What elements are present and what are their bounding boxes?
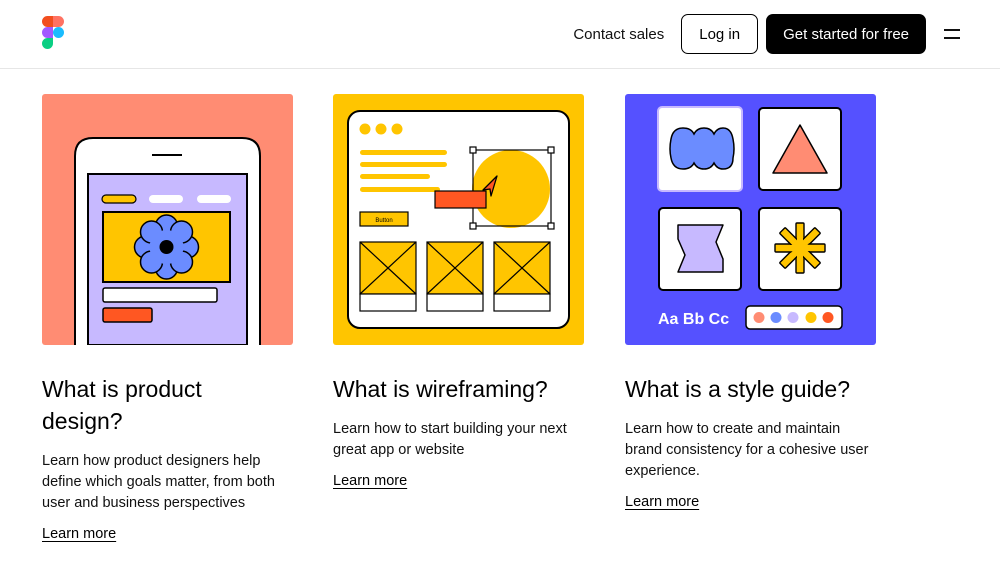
- type-sample-text: Aa Bb Cc: [658, 311, 729, 328]
- asterisk-icon: [774, 222, 826, 274]
- card-description: Learn how to start building your next gr…: [333, 421, 567, 458]
- card-title: What is a style guide?: [625, 376, 851, 402]
- style-guide-illustration: Aa Bb Cc: [625, 94, 876, 345]
- card-title-line: What is product: [42, 376, 202, 402]
- card-product-design: What is product design? Learn how produc…: [42, 94, 293, 543]
- figma-logo-icon[interactable]: [42, 16, 64, 50]
- card-title-line: design?: [42, 408, 123, 434]
- card-wireframing: Button What is wireframing? Learn how to…: [333, 94, 584, 490]
- card-title: What is wireframing?: [333, 376, 548, 402]
- get-started-button[interactable]: Get started for free: [766, 14, 926, 54]
- learn-more-link[interactable]: Learn more: [42, 526, 116, 542]
- product-design-illustration: [42, 94, 293, 345]
- card-style-guide: Aa Bb Cc What is a style guide? Learn ho…: [625, 94, 876, 511]
- blob-icon: [669, 127, 735, 170]
- header-nav: Contact sales Log in Get started for fre…: [573, 14, 960, 54]
- card-description: Learn how to create and maintain brand c…: [625, 421, 869, 479]
- flag-icon: [677, 224, 724, 273]
- learn-more-link[interactable]: Learn more: [333, 473, 407, 489]
- hamburger-menu-icon[interactable]: [944, 29, 960, 39]
- card-description: Learn how product designers help define …: [42, 453, 275, 511]
- site-header: Contact sales Log in Get started for fre…: [0, 0, 1000, 69]
- flower-icon: [133, 214, 200, 280]
- contact-sales-link[interactable]: Contact sales: [573, 26, 664, 43]
- illustration-button-label: Button: [375, 218, 392, 224]
- wireframing-illustration: Button: [333, 94, 584, 345]
- login-button[interactable]: Log in: [681, 14, 759, 54]
- learn-more-link[interactable]: Learn more: [625, 494, 699, 510]
- card-title: What is product design?: [42, 373, 293, 437]
